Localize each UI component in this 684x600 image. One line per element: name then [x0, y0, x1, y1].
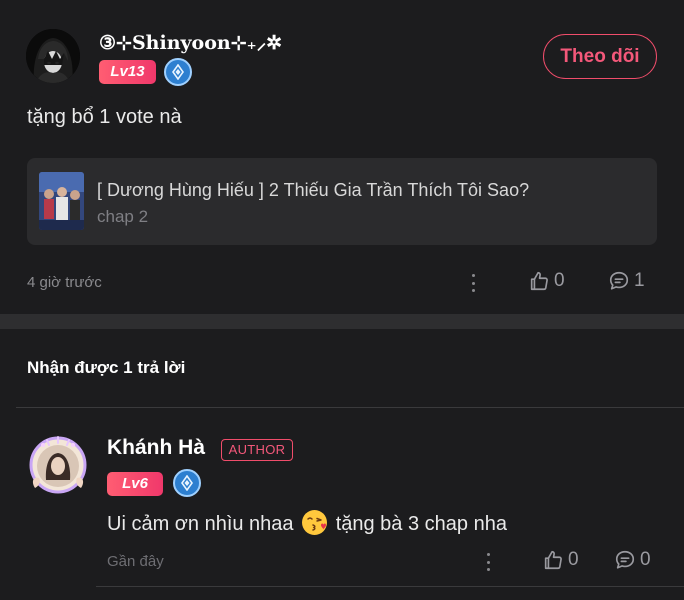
- rank-badge-icon: [164, 58, 192, 86]
- chapter-subtitle: chap 2: [97, 207, 149, 226]
- like-count: 0: [554, 270, 565, 291]
- like-count: 0: [568, 549, 579, 570]
- replies-heading: Nhận được 1 trả lời: [27, 358, 186, 377]
- reply-count: 1: [634, 270, 645, 291]
- timestamp: Gần đây: [107, 553, 164, 570]
- reply-text: Ui cảm ơn nhìu nhaa tặng bà 3 chap nha: [107, 510, 507, 536]
- author-tag: AUTHOR: [221, 439, 293, 461]
- more-options-icon[interactable]: [485, 553, 491, 571]
- username[interactable]: Khánh Hà: [107, 436, 205, 460]
- like-button[interactable]: 0: [528, 270, 565, 292]
- rank-badge-icon: [173, 469, 201, 497]
- avatar[interactable]: [26, 29, 80, 83]
- chapter-thumbnail: [39, 172, 84, 230]
- follow-button[interactable]: Theo dõi: [543, 34, 657, 79]
- reply-button[interactable]: 1: [608, 270, 645, 292]
- reply-text-after: tặng bà 3 chap nha: [335, 513, 507, 535]
- like-button[interactable]: 0: [542, 549, 579, 571]
- chapter-card[interactable]: [ Dương Hùng Hiếu ] 2 Thiếu Gia Trần Thí…: [27, 158, 657, 245]
- more-options-icon[interactable]: [470, 274, 476, 292]
- reply-text-before: Ui cảm ơn nhìu nhaa: [107, 513, 294, 535]
- comment-bubble-icon: [615, 550, 635, 569]
- username[interactable]: ③⊹Shinyoon⊹₊⸝✲: [99, 29, 282, 55]
- reply-count: 0: [640, 549, 651, 570]
- level-badge: Lv6: [107, 472, 163, 496]
- thumbs-up-icon: [530, 271, 548, 291]
- kissing-face-icon: [302, 510, 328, 535]
- divider: [16, 407, 684, 408]
- main-comment: ③⊹Shinyoon⊹₊⸝✲ Lv13 Theo dõi tặng bổ 1 v…: [0, 0, 684, 314]
- section-divider: [0, 314, 684, 329]
- divider: [96, 586, 684, 587]
- chapter-title: [ Dương Hùng Hiếu ] 2 Thiếu Gia Trần Thí…: [97, 180, 530, 200]
- comment-text: tặng bổ 1 vote nà: [27, 106, 182, 128]
- level-badge: Lv13: [99, 60, 156, 84]
- comment-thread: ③⊹Shinyoon⊹₊⸝✲ Lv13 Theo dõi tặng bổ 1 v…: [0, 0, 684, 600]
- comment-bubble-icon: [609, 271, 629, 290]
- reply-button[interactable]: 0: [614, 549, 651, 571]
- timestamp: 4 giờ trước: [27, 274, 102, 291]
- thumbs-up-icon: [544, 550, 562, 570]
- avatar[interactable]: [29, 436, 87, 494]
